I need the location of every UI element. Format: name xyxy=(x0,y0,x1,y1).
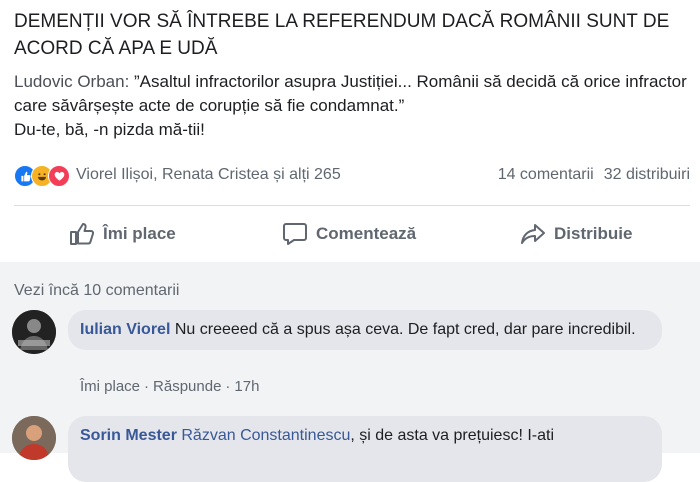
comment-time[interactable]: 17h xyxy=(234,378,259,395)
post-quote: Ludovic Orban: ”Asaltul infractorilor as… xyxy=(14,70,690,142)
comment-button[interactable]: Comentează xyxy=(282,216,416,252)
love-reaction-icon xyxy=(48,165,70,187)
comments-count[interactable]: 14 comentarii xyxy=(498,166,594,183)
comment-meta: Îmi place · Răspunde · 17h xyxy=(80,378,260,395)
comment-text: Nu creeeed că a spus așa ceva. De fapt c… xyxy=(170,321,636,338)
comment-icon xyxy=(283,223,307,245)
like-label: Îmi place xyxy=(103,224,176,243)
shares-count[interactable]: 32 distribuiri xyxy=(604,166,690,183)
like-button[interactable]: Îmi place xyxy=(69,216,176,252)
comment-like-link[interactable]: Îmi place xyxy=(80,378,140,395)
avatar[interactable] xyxy=(12,416,56,460)
reaction-icons[interactable] xyxy=(14,165,84,187)
comment-author[interactable]: Iulian Viorel xyxy=(80,321,170,338)
thumbs-up-icon xyxy=(70,223,95,245)
reactions-bar: Viorel Ilișoi, Renata Cristea și alți 26… xyxy=(14,164,690,188)
comment-bubble: Iulian Viorel Nu creeeed că a spus așa c… xyxy=(68,310,662,350)
comment-author[interactable]: Sorin Mester xyxy=(80,427,177,444)
post-headline: DEMENȚII VOR SĂ ÎNTREBE LA REFERENDUM DA… xyxy=(14,11,670,59)
post-actions: Îmi place Comentează Distribuie xyxy=(14,216,690,252)
comment-bubble: Sorin Mester Răzvan Constantinescu, și d… xyxy=(68,416,662,482)
comment-reply-link[interactable]: Răspunde xyxy=(153,378,221,395)
engagement-counts: 14 comentarii 32 distribuiri xyxy=(488,166,690,184)
more-comments-link[interactable]: Vezi încă 10 comentarii xyxy=(14,282,179,300)
reply-line: Du-te, bă, -n pizda mă-tii! xyxy=(14,120,205,139)
divider xyxy=(14,205,690,206)
comment-text: , și de asta va prețuiesc! I-ati xyxy=(350,427,555,444)
post-text: DEMENȚII VOR SĂ ÎNTREBE LA REFERENDUM DA… xyxy=(14,8,690,142)
comments-section: Vezi încă 10 comentarii Iulian Viorel Nu… xyxy=(0,262,700,482)
reactors-list[interactable]: Viorel Ilișoi, Renata Cristea și alți 26… xyxy=(76,166,341,184)
share-label: Distribuie xyxy=(554,224,633,243)
avatar[interactable] xyxy=(12,310,56,354)
comment-label: Comentează xyxy=(316,224,417,243)
share-button[interactable]: Distribuie xyxy=(520,216,632,252)
share-icon xyxy=(521,224,545,244)
quote-author: Ludovic Orban: xyxy=(14,72,130,91)
comment-mention[interactable]: Răzvan Constantinescu xyxy=(181,427,350,444)
